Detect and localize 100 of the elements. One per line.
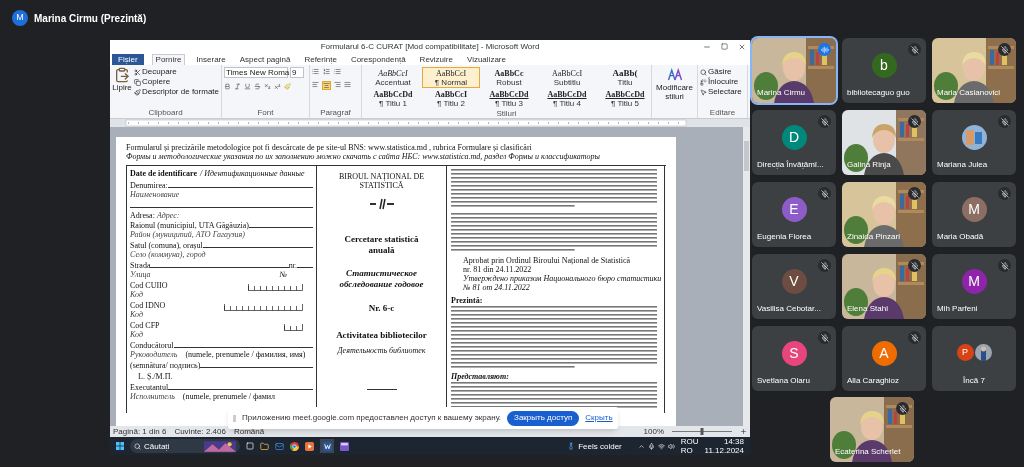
- style-gallery-item[interactable]: AaBbCcDd ¶ Titlu 4: [538, 88, 596, 109]
- ribbon-tab[interactable]: Referințe: [301, 54, 340, 65]
- field-label: nr.: [288, 261, 297, 270]
- participant-name: Ecaterina Scherlet: [835, 447, 901, 457]
- justify-icon[interactable]: [344, 81, 351, 88]
- participant-tile[interactable]: V Vasilisa Cebotar...: [752, 254, 836, 319]
- task-view-icon[interactable]: [246, 442, 254, 450]
- participant-tile[interactable]: D Direcția Învățămî...: [752, 110, 836, 175]
- browser-icon[interactable]: [290, 441, 299, 451]
- windows-icon[interactable]: [116, 442, 124, 450]
- italic-icon[interactable]: [234, 83, 241, 90]
- participant-name: Maria Casianovici: [937, 88, 1001, 98]
- font-name-field[interactable]: Times New Roma: [224, 67, 288, 78]
- ribbon-tab[interactable]: Inserare: [193, 54, 229, 65]
- style-gallery-item[interactable]: AaBbCc Robust: [480, 67, 538, 88]
- ribbon-tab[interactable]: Aspect pagină: [236, 54, 294, 65]
- style-gallery-item[interactable]: AaBb( Titlu: [596, 67, 654, 88]
- align-right-icon[interactable]: [334, 81, 341, 88]
- style-gallery-item[interactable]: AaBbCcDd ¶ Titlu 3: [480, 88, 538, 109]
- folder-icon[interactable]: [260, 441, 269, 451]
- participant-tile[interactable]: Galina Rinja: [842, 110, 926, 175]
- clipboard-command[interactable]: Descriptor de formate: [134, 87, 219, 97]
- style-gallery-item[interactable]: AaBbCcI Subtitlu: [538, 67, 596, 88]
- font-size-field[interactable]: 9: [290, 67, 304, 78]
- participant-tile[interactable]: E Eugenia Florea: [752, 182, 836, 247]
- subscript-icon[interactable]: [264, 83, 271, 90]
- avatar-letter: b: [871, 53, 897, 78]
- participant-tile[interactable]: A Alla Caraghioz: [842, 326, 926, 391]
- input-language[interactable]: ROU RO: [680, 437, 699, 455]
- numbering-icon[interactable]: [323, 68, 330, 75]
- search-icon: [134, 442, 141, 450]
- participant-name: Svetlana Olaru: [757, 376, 810, 386]
- participant-tile[interactable]: S Svetlana Olaru: [752, 326, 836, 391]
- participant-tile[interactable]: Marina Cirmu: [752, 38, 836, 103]
- ribbon-tab[interactable]: Corespondență: [347, 54, 409, 65]
- participant-tile[interactable]: Zinaida Pinzari: [842, 182, 926, 247]
- style-gallery-item[interactable]: AaBbCcI ¶ Titlu 2: [422, 88, 480, 109]
- bold-icon[interactable]: [224, 83, 231, 90]
- group-label: Font: [256, 108, 275, 118]
- participant-tile[interactable]: Elena Stahi: [842, 254, 926, 319]
- field-label: Strada: [130, 261, 151, 270]
- clipboard-command[interactable]: Copiere: [134, 77, 219, 87]
- scrollbar-thumb[interactable]: [744, 141, 749, 171]
- style-gallery-item[interactable]: AaBbCcDd ¶ Titlu 1: [364, 88, 422, 109]
- wifi-icon[interactable]: [657, 442, 665, 450]
- media-player-icon[interactable]: [305, 441, 314, 451]
- approval-line: № 81 от 24.11.2022: [463, 283, 531, 292]
- participant-name: Maria Obadă: [937, 232, 984, 242]
- style-gallery-item[interactable]: AaBbCcI Accentuat: [364, 67, 422, 88]
- style-gallery-item[interactable]: AaBbCcDd ¶ Titlu 5: [596, 88, 654, 109]
- align-center-icon[interactable]: [322, 81, 331, 90]
- app-icon[interactable]: [340, 441, 349, 451]
- ribbon-tab[interactable]: Revizuire: [416, 54, 456, 65]
- participant-tile[interactable]: b bibliotecaguo guo: [842, 38, 926, 103]
- volume-icon[interactable]: [667, 442, 675, 450]
- clock[interactable]: 14:38 11.12.2024: [704, 437, 744, 455]
- field-hint: Код: [130, 330, 144, 339]
- change-styles-button[interactable]: Modificare stiluri: [652, 65, 698, 118]
- paste-button[interactable]: Lipire: [112, 67, 133, 97]
- participant-tile[interactable]: M Maria Obadă: [932, 182, 1016, 247]
- stamp-label: L. Ș./M.П.: [138, 372, 173, 381]
- strikethrough-icon[interactable]: [254, 83, 261, 90]
- editing-command[interactable]: Selectare: [700, 87, 745, 97]
- participant-tile[interactable]: M Mih Parfeni: [932, 254, 1016, 319]
- underline-icon[interactable]: [244, 83, 251, 90]
- group-label: Clipboard: [147, 108, 184, 118]
- field-label: Executantul: [130, 383, 169, 392]
- zoom-in-icon[interactable]: [740, 428, 747, 435]
- superscript-icon[interactable]: [274, 83, 281, 90]
- participant-tile[interactable]: Mariana Julea: [932, 110, 1016, 175]
- highlight-icon[interactable]: [284, 83, 291, 90]
- clipboard-command[interactable]: Decupare: [134, 67, 219, 77]
- participant-tile[interactable]: Maria Casianovici: [932, 38, 1016, 103]
- scissors-icon: [134, 68, 142, 76]
- editing-command[interactable]: Înlocuire: [700, 77, 745, 87]
- mail-icon[interactable]: [275, 441, 284, 451]
- hide-link[interactable]: Скрыть: [585, 413, 613, 423]
- notice-message: Приложению meet.google.com предоставлен доступ к вашему экрану.: [242, 413, 502, 423]
- participant-tile[interactable]: Ecaterina Scherlet: [830, 397, 914, 462]
- align-left-icon[interactable]: [312, 81, 319, 88]
- word-app-icon[interactable]: [320, 439, 334, 453]
- zoom-thumb[interactable]: [700, 428, 704, 435]
- field-hint: Район (муниципий, АТО Гагаузия): [130, 230, 245, 239]
- section-heading: Prezintă:: [451, 296, 484, 305]
- participant-name: Mariana Julea: [937, 160, 988, 170]
- tray-expand-icon[interactable]: [637, 442, 645, 450]
- microphone-icon[interactable]: [647, 442, 655, 450]
- file-tab[interactable]: Fișier: [112, 54, 144, 65]
- restore-icon[interactable]: [721, 42, 728, 50]
- participant-tile[interactable]: P Încă 7: [932, 326, 1016, 391]
- search-field[interactable]: Căutați: [130, 439, 240, 453]
- form-subject: Activitatea bibliotecilor: [336, 331, 427, 340]
- multilevel-list-icon[interactable]: [334, 68, 341, 75]
- editing-command[interactable]: Găsire: [700, 67, 745, 77]
- style-gallery-item[interactable]: AaBbCcI ¶ Normal: [422, 67, 480, 88]
- stop-sharing-button[interactable]: Закрыть доступ: [507, 410, 580, 426]
- ribbon-tab[interactable]: Vizualizare: [463, 54, 509, 65]
- bullets-icon[interactable]: [312, 68, 319, 75]
- close-icon[interactable]: [738, 42, 746, 51]
- participant-name: Mih Parfeni: [937, 304, 978, 314]
